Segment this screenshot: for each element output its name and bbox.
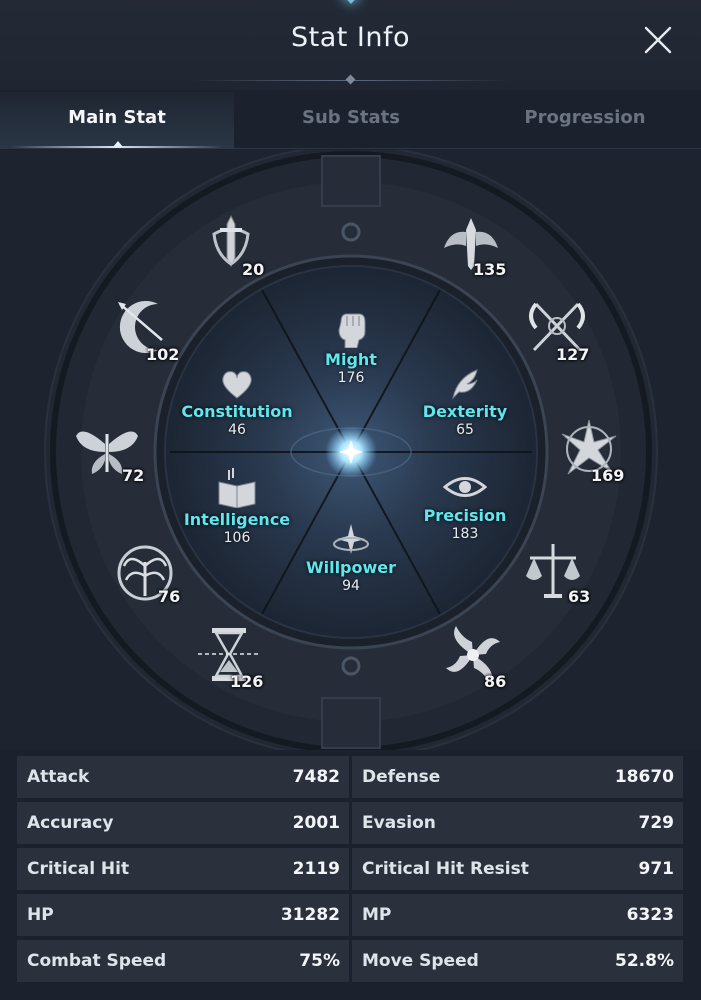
outer-stat-value: 63 <box>568 587 591 606</box>
main-stat-dexterity[interactable]: Dexterity 65 <box>395 368 535 438</box>
stat-name: HP <box>27 905 54 925</box>
stat-value: 971 <box>638 859 675 879</box>
stat-label: Dexterity <box>422 402 508 421</box>
stats-row: Attack 7482 Defense 18670 <box>17 756 683 798</box>
stat-value: 65 <box>456 422 474 438</box>
stat-value: 75% <box>299 951 340 971</box>
stat-name: Accuracy <box>27 813 114 833</box>
stat-label: Might <box>325 350 377 369</box>
stat-value: 7482 <box>292 767 340 787</box>
outer-stat-value: 102 <box>146 345 180 364</box>
outer-stat-value: 86 <box>484 672 507 691</box>
stat-cell-hp: HP 31282 <box>17 894 349 936</box>
outer-stat-value: 169 <box>591 466 625 485</box>
outer-stat-value: 76 <box>158 587 181 606</box>
active-tab-caret <box>113 141 123 147</box>
heart-icon <box>222 371 252 399</box>
header: Stat Info <box>0 0 701 90</box>
main-stat-constitution[interactable]: Constitution 46 <box>167 368 307 438</box>
stat-cell-accuracy: Accuracy 2001 <box>17 802 349 844</box>
stat-cell-move-speed: Move Speed 52.8% <box>352 940 683 982</box>
sparkle-orbit-icon <box>333 524 369 554</box>
tab-sub-stats[interactable]: Sub Stats <box>234 92 468 148</box>
stat-cell-evasion: Evasion 729 <box>352 802 683 844</box>
divider-ornament <box>345 74 356 85</box>
open-book-icon <box>218 468 256 508</box>
stat-name: MP <box>362 905 392 925</box>
eye-icon <box>443 477 487 497</box>
outer-stat-value: 126 <box>230 672 264 691</box>
stat-value: 52.8% <box>615 951 674 971</box>
outer-stat-value: 20 <box>242 260 265 279</box>
close-button[interactable] <box>640 22 676 58</box>
stat-name: Critical Hit Resist <box>362 859 529 879</box>
stat-name: Evasion <box>362 813 436 833</box>
stats-row: Combat Speed 75% Move Speed 52.8% <box>17 940 683 982</box>
outer-stat-value: 135 <box>473 260 507 279</box>
stat-value: 94 <box>342 578 360 594</box>
outer-stat-value: 127 <box>556 345 590 364</box>
stats-row: Accuracy 2001 Evasion 729 <box>17 802 683 844</box>
fist-icon <box>338 313 366 348</box>
stats-row: HP 31282 MP 6323 <box>17 894 683 936</box>
tabs-divider <box>0 148 701 149</box>
stat-name: Combat Speed <box>27 951 167 971</box>
stat-name: Attack <box>27 767 90 787</box>
stat-name: Defense <box>362 767 441 787</box>
stat-cell-combat-speed: Combat Speed 75% <box>17 940 349 982</box>
stat-cell-critical-hit-resist: Critical Hit Resist 971 <box>352 848 683 890</box>
stat-value: 46 <box>228 422 246 438</box>
page-title: Stat Info <box>290 22 411 53</box>
main-stat-willpower[interactable]: Willpower 94 <box>281 522 421 594</box>
outer-stat-value: 72 <box>122 466 145 485</box>
tab-progression[interactable]: Progression <box>468 92 701 148</box>
stat-cell-mp: MP 6323 <box>352 894 683 936</box>
stat-value: 2001 <box>292 813 340 833</box>
feather-icon <box>452 369 478 400</box>
stat-cell-critical-hit: Critical Hit 2119 <box>17 848 349 890</box>
stat-value: 6323 <box>626 905 674 925</box>
tab-main-stat[interactable]: Main Stat <box>0 92 234 148</box>
stat-value: 18670 <box>614 767 674 787</box>
stat-label: Constitution <box>181 402 293 421</box>
stat-value: 2119 <box>292 859 340 879</box>
stat-cell-attack: Attack 7482 <box>17 756 349 798</box>
stat-name: Critical Hit <box>27 859 130 879</box>
stat-wheel: 20 135 102 127 72 169 76 63 126 86 Might… <box>0 150 701 750</box>
stat-cell-defense: Defense 18670 <box>352 756 683 798</box>
stat-value: 31282 <box>280 905 340 925</box>
top-gem-ornament <box>340 0 362 4</box>
stats-row: Critical Hit 2119 Critical Hit Resist 97… <box>17 848 683 890</box>
close-icon <box>644 26 672 54</box>
stat-label: Willpower <box>305 558 397 577</box>
tab-bar: Main Stat Sub Stats Progression <box>0 92 701 150</box>
stat-name: Move Speed <box>362 951 479 971</box>
stat-value: 729 <box>638 813 675 833</box>
